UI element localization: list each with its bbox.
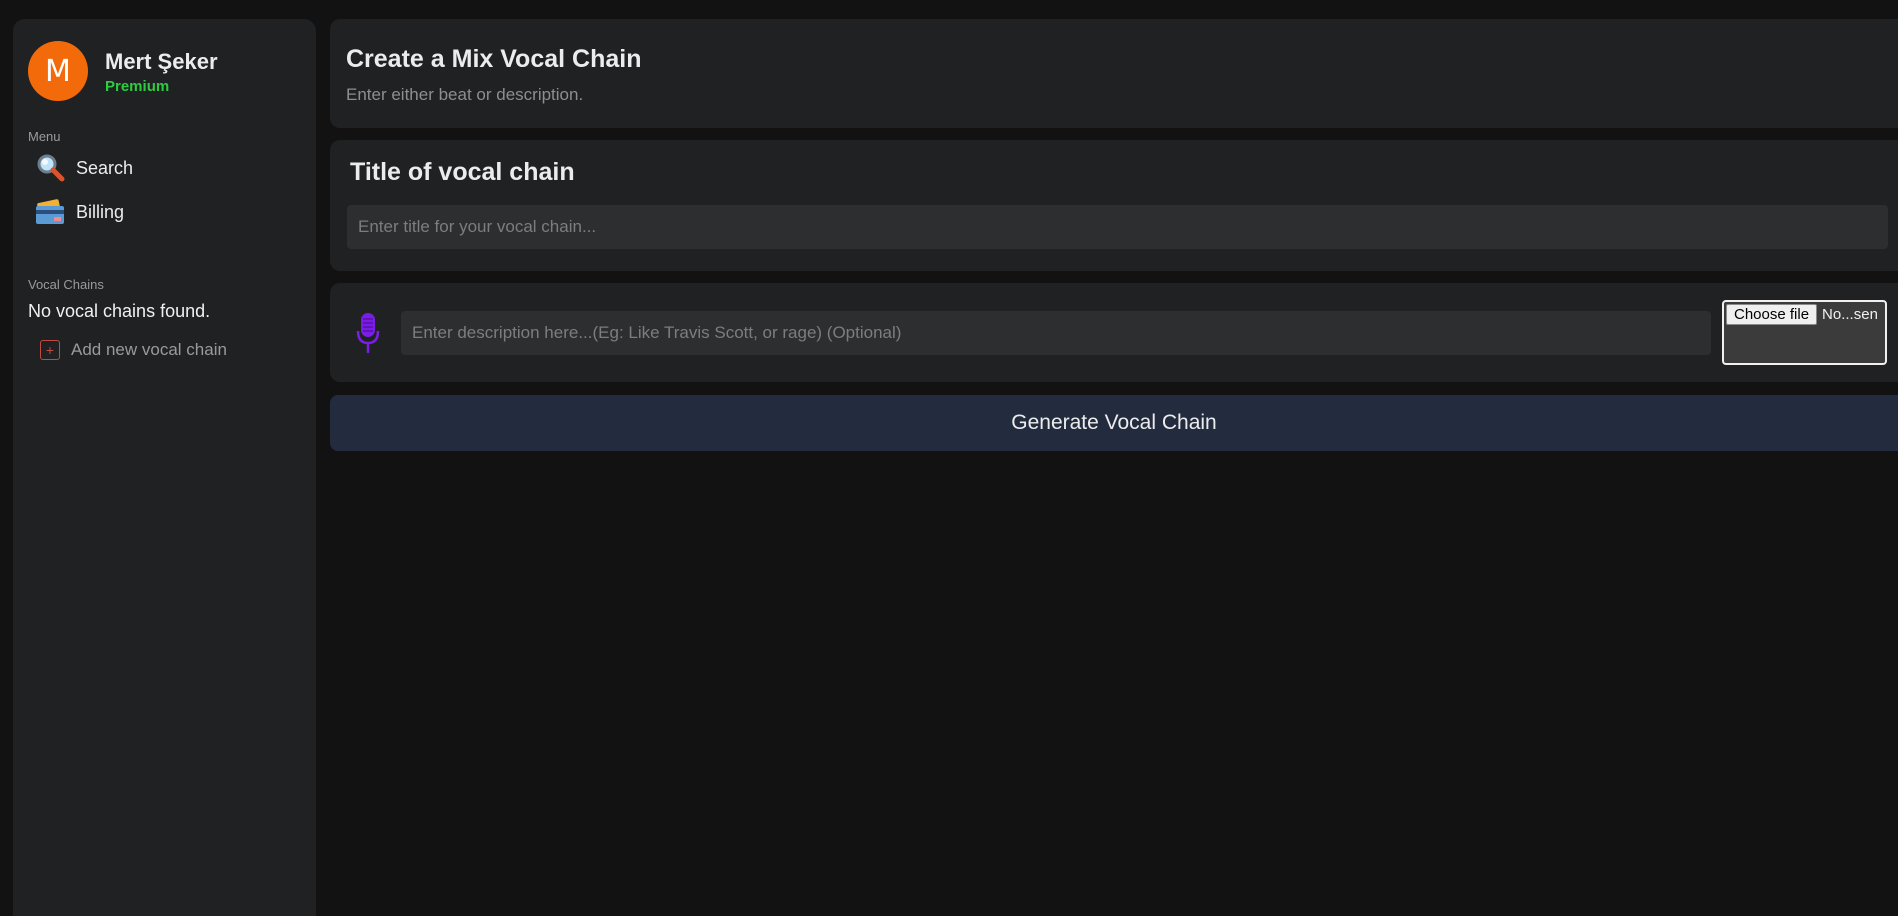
description-input[interactable] bbox=[401, 310, 1711, 355]
user-profile: M Mert Şeker Premium bbox=[28, 41, 301, 101]
microphone-icon[interactable] bbox=[356, 311, 380, 355]
title-card: Title of vocal chain bbox=[330, 140, 1898, 271]
empty-state-message: No vocal chains found. bbox=[28, 301, 211, 321]
credit-card-icon bbox=[34, 196, 66, 228]
page-subtitle: Enter either beat or description. bbox=[346, 85, 584, 104]
menu-section-label: Menu bbox=[28, 129, 61, 144]
sidebar-item-billing[interactable]: Billing bbox=[28, 192, 301, 232]
magnifying-glass-icon bbox=[34, 152, 66, 184]
description-card: Choose file No...sen bbox=[330, 283, 1898, 382]
add-vocal-chain-label: Add new vocal chain bbox=[71, 340, 227, 359]
title-input[interactable] bbox=[347, 205, 1888, 249]
file-upload[interactable]: Choose file No...sen bbox=[1722, 300, 1887, 365]
user-name: Mert Şeker bbox=[105, 48, 218, 74]
sidebar-item-search[interactable]: Search bbox=[28, 148, 301, 188]
profile-text: Mert Şeker Premium bbox=[105, 48, 218, 95]
add-vocal-chain-button[interactable]: + Add new vocal chain bbox=[28, 340, 301, 360]
main-content: Create a Mix Vocal Chain Enter either be… bbox=[330, 19, 1898, 451]
choose-file-button[interactable]: Choose file bbox=[1726, 304, 1818, 325]
vocal-chains-section-label: Vocal Chains bbox=[28, 277, 104, 292]
avatar[interactable]: M bbox=[28, 41, 88, 101]
generate-vocal-chain-button[interactable]: Generate Vocal Chain bbox=[330, 395, 1898, 451]
sidebar: M Mert Şeker Premium Menu Search Billing bbox=[13, 19, 316, 916]
sidebar-item-label: Search bbox=[76, 157, 134, 178]
sidebar-item-label: Billing bbox=[76, 201, 125, 222]
plan-badge: Premium bbox=[105, 77, 170, 95]
title-section-heading: Title of vocal chain bbox=[350, 158, 575, 186]
page-title: Create a Mix Vocal Chain bbox=[346, 45, 642, 73]
plus-icon: + bbox=[40, 340, 60, 360]
file-status: No...sen bbox=[1822, 306, 1878, 323]
header-card: Create a Mix Vocal Chain Enter either be… bbox=[330, 19, 1898, 128]
